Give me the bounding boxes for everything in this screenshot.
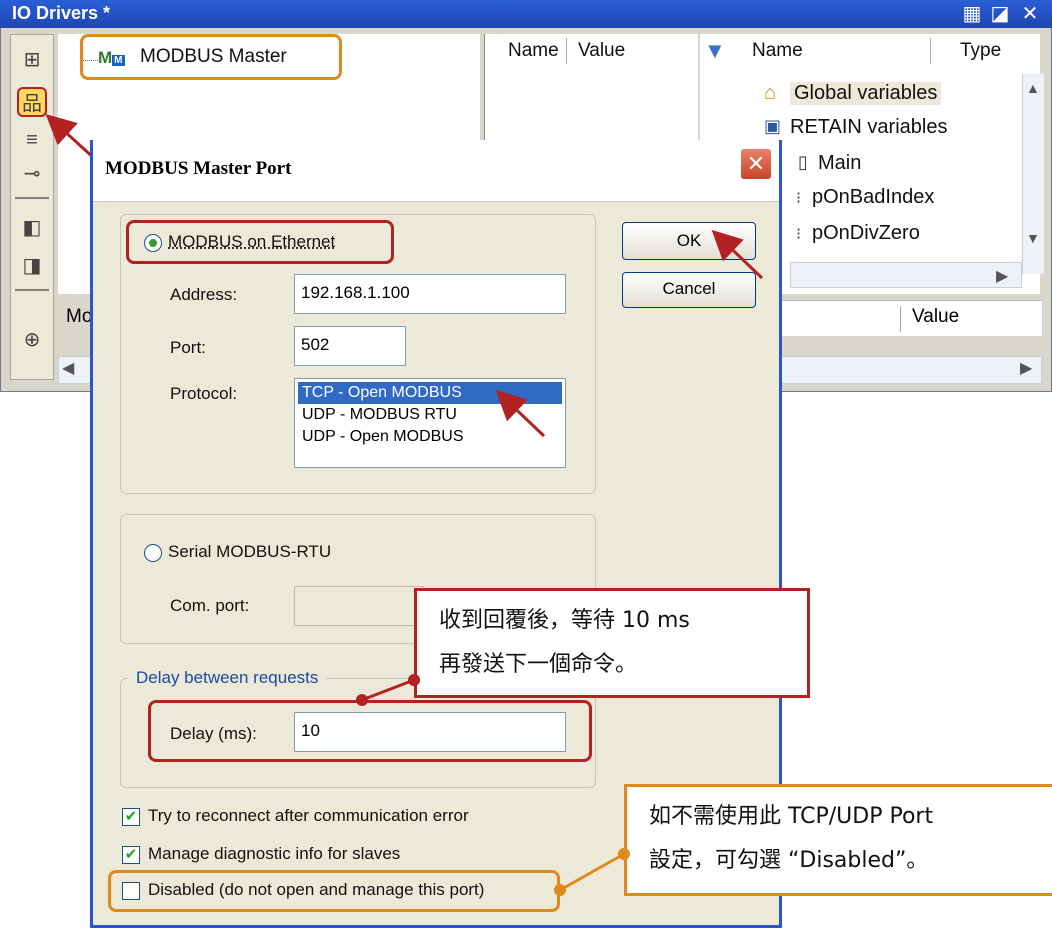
connector-disabled [559,852,625,892]
arrow-to-protocol [495,389,546,438]
connector-dot [356,694,368,706]
connector-dot [408,674,420,686]
arrow-to-ok [711,229,764,280]
connector-delay [361,678,415,702]
annotation-connectors [356,229,764,896]
connector-dot [618,848,630,860]
connector-dot [554,884,566,896]
